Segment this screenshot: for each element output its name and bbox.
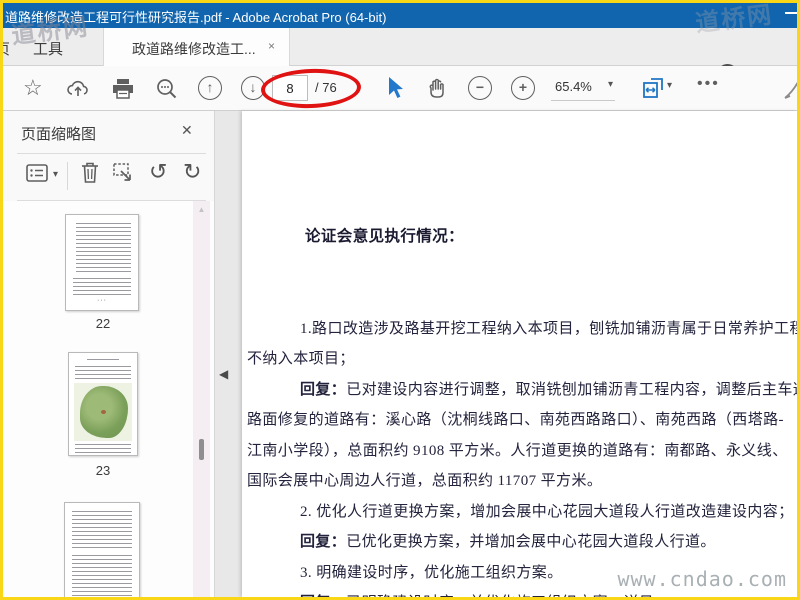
doc-line: 2. 优化人行道更换方案，增加会展中心花园大道段人行道改造建设内容； xyxy=(300,503,794,520)
print-icon[interactable] xyxy=(111,78,135,100)
rotate-left-icon[interactable]: ↺ xyxy=(149,160,167,185)
scroll-up-icon[interactable]: ▲ xyxy=(193,205,210,214)
tab-tools[interactable]: 工具 xyxy=(33,38,63,59)
page-up-icon[interactable]: ↑ xyxy=(198,76,222,100)
main-toolbar: ☆ ↑ ↓ / 76 xyxy=(3,66,797,111)
hand-tool-icon[interactable] xyxy=(425,76,449,100)
thumbnail-scrollbar[interactable]: ▲ xyxy=(193,201,210,597)
panel-title: 页面缩略图 xyxy=(21,126,97,143)
chevron-down-icon[interactable]: ▾ xyxy=(53,169,58,180)
zoom-level-value: 65.4% xyxy=(555,79,592,94)
thumbnail-page-22[interactable]: ··· xyxy=(65,214,139,311)
page-number-input[interactable] xyxy=(272,75,308,101)
more-tools-icon[interactable]: ••• xyxy=(697,75,720,93)
panel-header: 页面缩略图 ✕ xyxy=(3,111,214,153)
zoom-level-dropdown[interactable]: 65.4% ▾ xyxy=(551,76,615,101)
select-tool-icon[interactable] xyxy=(383,75,405,101)
zoom-in-icon[interactable]: + xyxy=(511,76,535,100)
share-link-icon[interactable] xyxy=(783,74,797,100)
rotate-right-icon[interactable]: ↻ xyxy=(183,160,201,185)
close-panel-icon[interactable]: ✕ xyxy=(181,122,193,139)
fit-width-icon[interactable] xyxy=(641,76,665,100)
doc-line: 回复：已对建设内容进行调整，取消铣刨加铺沥青工程内容，调整后主车道 xyxy=(300,381,797,398)
doc-lines: 1.路口改造涉及路基开挖工程纳入本项目，刨铣加铺沥青属于日常养护工程， 不纳入本项… xyxy=(247,314,797,598)
doc-line: 3. 明确建设时序，优化施工组织方案。 xyxy=(300,564,563,581)
thumbnails-panel: 页面缩略图 ✕ ▾ ↺ ↻ ··· 22 23 ▲ xyxy=(3,111,215,597)
window-title: 道路维修改造工程可行性研究报告.pdf - Adobe Acrobat Pro … xyxy=(5,10,387,25)
doc-line: 1.路口改造涉及路基开挖工程纳入本项目，刨铣加铺沥青属于日常养护工程， xyxy=(300,320,797,337)
scrollbar-thumb[interactable] xyxy=(199,439,204,460)
thumbnail-page-23[interactable] xyxy=(68,352,138,456)
doc-line: 回复：已明确建设时序，并优化施工组织方案，详见 P29。 xyxy=(247,588,797,597)
extract-page-icon[interactable] xyxy=(111,161,135,185)
document-area: ◀ 论证会意见执行情况： 1.路口改造涉及路基开挖工程纳入本项目，刨铣加铺沥青属… xyxy=(215,111,797,597)
tab-close-icon[interactable]: × xyxy=(268,39,275,53)
thumbnail-map-image xyxy=(74,383,132,441)
chevron-down-icon[interactable]: ▾ xyxy=(667,80,672,91)
thumbnail-options-icon[interactable] xyxy=(25,162,49,184)
tab-home-partial[interactable]: 页 xyxy=(3,38,17,59)
doc-line: 回复：已优化更换方案，并增加会展中心花园大道段人行道。 xyxy=(300,534,716,550)
search-icon[interactable] xyxy=(155,77,179,101)
doc-line: 不纳入本项目； xyxy=(247,351,355,367)
pdf-page[interactable]: 论证会意见执行情况： 1.路口改造涉及路基开挖工程纳入本项目，刨铣加铺沥青属于日… xyxy=(242,111,797,597)
thumbnail-label: 23 xyxy=(95,463,111,478)
tab-document-label: 政道路维修改造工... xyxy=(132,41,256,57)
chevron-down-icon: ▾ xyxy=(607,79,613,90)
doc-heading: 论证会意见执行情况： xyxy=(305,228,465,245)
zoom-out-icon[interactable]: − xyxy=(468,76,492,100)
acrobat-window: 道路维修改造工程可行性研究报告.pdf - Adobe Acrobat Pro … xyxy=(0,0,800,600)
thumbnail-page-24[interactable] xyxy=(64,502,140,597)
tab-document[interactable]: 政道路维修改造工... × xyxy=(103,28,290,66)
doc-line: 路面修复的道路有：溪心路（沈桐线路口、南苑西路路口）、南苑西路（西塔路- xyxy=(247,412,784,428)
share-upload-icon[interactable] xyxy=(66,78,90,99)
doc-line: 国际会展中心周边人行道，总面积约 11707 平方米。 xyxy=(247,473,603,489)
doc-line: 江南小学段），总面积约 9108 平方米。人行道更换的道路有：南都路、永义线、 xyxy=(247,442,788,459)
star-icon[interactable]: ☆ xyxy=(23,76,43,100)
tab-bar: 页 工具 政道路维修改造工... × ? xyxy=(3,28,797,85)
divider xyxy=(67,162,68,190)
thumb-ellipsis: ··· xyxy=(97,297,107,304)
thumbnail-label: 22 xyxy=(95,316,111,331)
thumbnail-list: ··· 22 23 xyxy=(3,201,214,597)
page-total-label: / 76 xyxy=(315,80,337,95)
pdf-page-content: 论证会意见执行情况： 1.路口改造涉及路基开挖工程纳入本项目，刨铣加铺沥青属于日… xyxy=(247,161,797,597)
page-down-icon[interactable]: ↓ xyxy=(241,76,265,100)
minimize-button[interactable] xyxy=(785,12,797,14)
panel-toolbar: ▾ ↺ ↻ xyxy=(3,154,214,199)
title-bar: 道路维修改造工程可行性研究报告.pdf - Adobe Acrobat Pro … xyxy=(3,3,797,28)
delete-page-icon[interactable] xyxy=(79,161,101,185)
collapse-panel-icon[interactable]: ◀ xyxy=(219,367,228,381)
